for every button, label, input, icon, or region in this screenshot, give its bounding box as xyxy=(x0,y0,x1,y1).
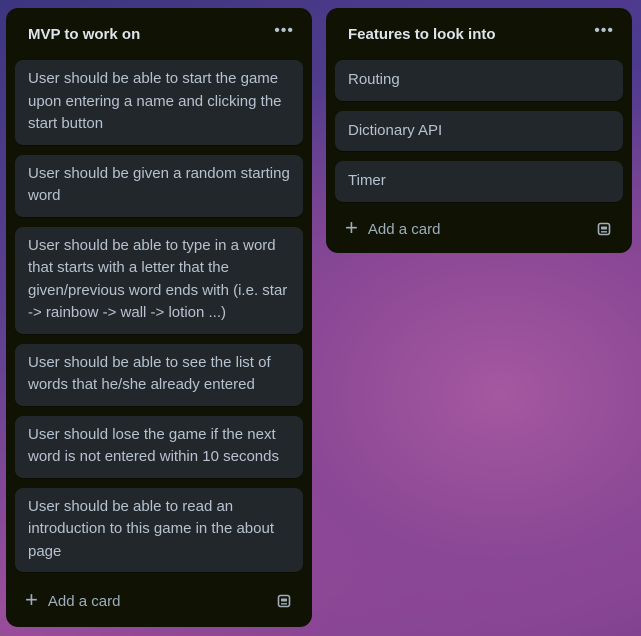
more-horizontal-icon[interactable]: ••• xyxy=(594,23,614,45)
card[interactable]: User should be able to see the list of w… xyxy=(15,343,303,406)
card[interactable]: User should be able to type in a word th… xyxy=(15,226,303,334)
card[interactable]: Timer xyxy=(335,161,623,202)
plus-icon: + xyxy=(345,215,358,240)
card-template-icon[interactable] xyxy=(596,221,612,237)
card[interactable]: User should be able to start the game up… xyxy=(15,60,303,145)
list-footer: + Add a card xyxy=(326,211,632,247)
list-features: Features to look into ••• Routing Dictio… xyxy=(326,8,632,253)
card-template-icon[interactable] xyxy=(276,593,292,609)
card[interactable]: User should be given a random starting w… xyxy=(15,154,303,217)
add-card-button[interactable]: + Add a card xyxy=(25,587,121,612)
list-title[interactable]: Features to look into xyxy=(348,26,496,43)
card-list: User should be able to start the game up… xyxy=(6,60,312,572)
card[interactable]: Dictionary API xyxy=(335,110,623,151)
card[interactable]: Routing xyxy=(335,60,623,101)
card[interactable]: User should be able to read an introduct… xyxy=(15,487,303,572)
board: MVP to work on ••• User should be able t… xyxy=(0,0,641,636)
add-card-label: Add a card xyxy=(47,592,121,610)
list-header: MVP to work on ••• xyxy=(6,8,312,60)
card[interactable]: User should lose the game if the next wo… xyxy=(15,415,303,478)
card-list: Routing Dictionary API Timer xyxy=(326,60,632,202)
more-horizontal-icon[interactable]: ••• xyxy=(274,23,294,45)
list-title[interactable]: MVP to work on xyxy=(28,26,140,43)
list-mvp: MVP to work on ••• User should be able t… xyxy=(6,8,312,627)
add-card-button[interactable]: + Add a card xyxy=(345,215,441,240)
list-header: Features to look into ••• xyxy=(326,8,632,60)
plus-icon: + xyxy=(25,587,38,612)
list-footer: + Add a card xyxy=(6,583,312,619)
add-card-label: Add a card xyxy=(367,220,441,238)
